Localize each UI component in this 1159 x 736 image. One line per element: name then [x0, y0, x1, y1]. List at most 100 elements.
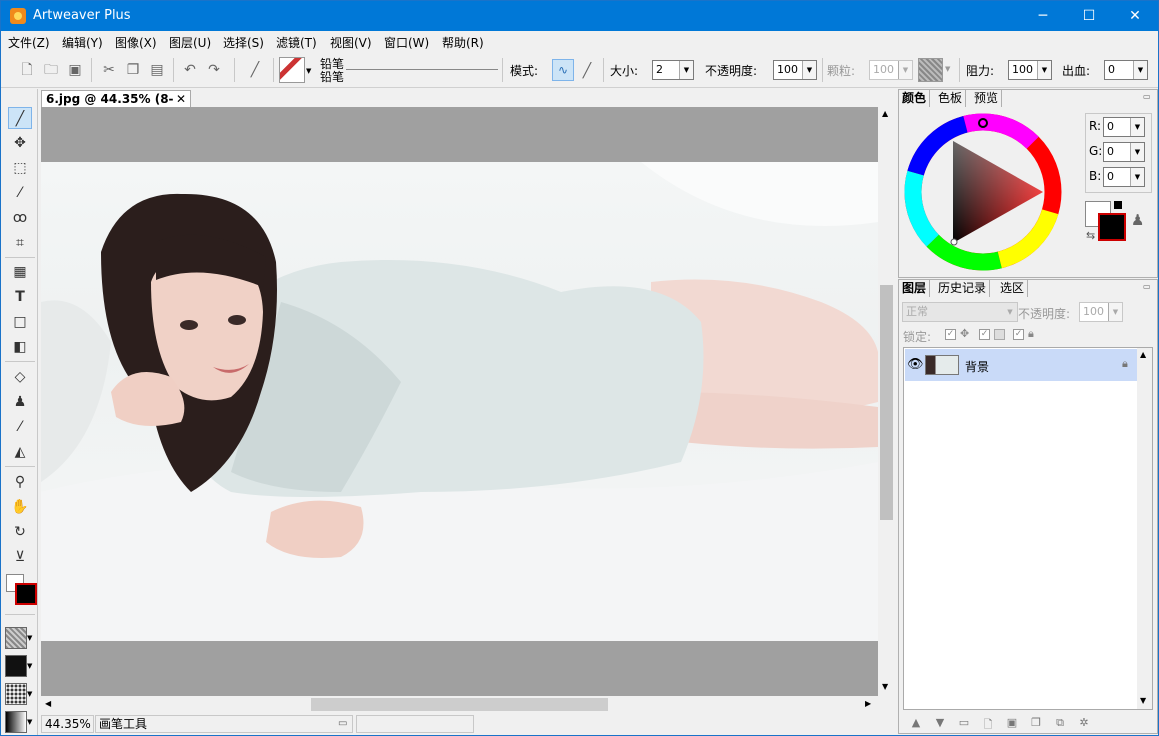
undo-icon[interactable]: ↶: [181, 61, 199, 79]
crop-tool-icon[interactable]: ⌗: [8, 232, 32, 254]
menu-view[interactable]: 视图(V): [330, 34, 372, 51]
bleed-combo[interactable]: 0 ▼: [1104, 60, 1148, 80]
gradient-tool-icon[interactable]: ◧: [8, 336, 32, 358]
paste-icon[interactable]: ▤: [148, 61, 166, 79]
scroll-right-icon[interactable]: ▶: [865, 699, 871, 708]
default-colors-icon[interactable]: [1114, 201, 1122, 209]
lock-all-checkbox[interactable]: ✓: [1013, 329, 1024, 340]
eraser-tool-icon[interactable]: ◇: [8, 366, 32, 388]
chevron-down-icon[interactable]: ▼: [27, 634, 32, 642]
scroll-up-icon[interactable]: ▲: [1140, 350, 1146, 359]
panel-background-swatch[interactable]: [1098, 213, 1126, 241]
merge-layer-icon[interactable]: ⧉: [1053, 716, 1067, 729]
copy-icon[interactable]: ❐: [124, 61, 142, 79]
layer-row[interactable]: 👁︎ 背景 🔒︎: [905, 349, 1137, 381]
menu-help[interactable]: 帮助(R): [442, 34, 484, 51]
background-color-swatch[interactable]: [15, 583, 37, 605]
document-tab[interactable]: 6.jpg @ 44.35% (8-位) ✕: [41, 90, 191, 122]
move-layer-up-icon[interactable]: ▲: [909, 716, 923, 729]
gradient-swatch[interactable]: [5, 711, 27, 733]
mode-line-icon[interactable]: ╱: [578, 62, 596, 80]
brush-icon[interactable]: ╱: [246, 61, 264, 79]
rotate-tool-icon[interactable]: ↻: [8, 521, 32, 543]
info-icon[interactable]: ▭: [338, 718, 347, 729]
layer-opacity-combo[interactable]: 100 ▼: [1079, 302, 1123, 322]
swap-colors-icon[interactable]: ⇆: [1086, 229, 1095, 242]
r-combo[interactable]: 0 ▼: [1103, 117, 1145, 137]
color-wheel[interactable]: [904, 113, 1062, 271]
texture-swatch-1[interactable]: [5, 627, 27, 649]
tab-preview[interactable]: 预览: [971, 90, 1003, 107]
close-button[interactable]: ✕: [1112, 1, 1158, 31]
redo-icon[interactable]: ↷: [205, 61, 223, 79]
image-canvas[interactable]: [41, 162, 878, 641]
new-layer-icon[interactable]: 🗋: [981, 716, 995, 731]
panel-menu-icon[interactable]: ▭: [1143, 282, 1151, 291]
layer-list-scrollbar[interactable]: ▲ ▼: [1137, 348, 1152, 709]
save-icon[interactable]: ▣: [66, 61, 84, 79]
tab-color[interactable]: 颜色: [899, 90, 931, 107]
panel-menu-icon[interactable]: ▭: [1143, 92, 1151, 101]
vertical-scroll-thumb[interactable]: [880, 285, 893, 520]
hand-tool-icon[interactable]: ✋: [8, 496, 32, 518]
move-tool-icon[interactable]: ✥: [8, 132, 32, 154]
chevron-down-icon[interactable]: ▼: [27, 690, 32, 698]
scroll-down-icon[interactable]: ▼: [1140, 696, 1146, 705]
menu-window[interactable]: 窗口(W): [384, 34, 429, 51]
eyedropper-tool-icon[interactable]: ⁄: [8, 416, 32, 438]
tab-history[interactable]: 历史记录: [935, 280, 991, 297]
layer-mask-icon[interactable]: ▣: [1005, 716, 1019, 729]
lock-image-checkbox[interactable]: ✓: [979, 329, 990, 340]
zoom-tool-icon[interactable]: ⚲: [8, 471, 32, 493]
open-file-icon[interactable]: 🗀: [42, 61, 60, 79]
maximize-button[interactable]: ☐: [1066, 1, 1112, 31]
texture-swatch-3[interactable]: [5, 683, 27, 705]
menu-select[interactable]: 选择(S): [223, 34, 264, 51]
rect-select-tool-icon[interactable]: ⬚: [8, 157, 32, 179]
lasso-tool-icon[interactable]: ꝏ: [8, 207, 32, 229]
delete-layer-icon[interactable]: ✲: [1077, 716, 1091, 729]
close-icon[interactable]: ✕: [176, 91, 186, 107]
color-marker[interactable]: [950, 238, 958, 246]
clone-stamp-tool-icon[interactable]: ♟: [8, 391, 32, 413]
magic-wand-tool-icon[interactable]: ⁄: [8, 182, 32, 204]
size-combo[interactable]: 2 ▼: [652, 60, 694, 80]
shape-tool-icon[interactable]: □: [8, 311, 32, 333]
chevron-down-icon[interactable]: ▼: [27, 662, 32, 670]
texture-swatch[interactable]: [918, 58, 943, 82]
menu-file[interactable]: 文件(Z): [8, 34, 50, 51]
brush-preset-icon[interactable]: [279, 57, 305, 83]
chevron-down-icon[interactable]: ▼: [306, 67, 311, 75]
new-group-icon[interactable]: ▭: [957, 716, 971, 729]
blend-mode-combo[interactable]: 正常 ▼: [902, 302, 1018, 322]
scroll-left-icon[interactable]: ◀: [45, 699, 51, 708]
tab-layers[interactable]: 图层: [899, 280, 931, 297]
texture-swatch-2[interactable]: [5, 655, 27, 677]
duplicate-layer-icon[interactable]: ❐: [1029, 716, 1043, 729]
chevron-down-icon[interactable]: ▼: [27, 718, 32, 726]
tab-swatches[interactable]: 色板: [935, 90, 967, 107]
scroll-up-icon[interactable]: ▲: [882, 109, 888, 118]
move-layer-down-icon[interactable]: ▼: [933, 716, 947, 729]
menu-layer[interactable]: 图层(U): [169, 34, 211, 51]
grain-combo[interactable]: 100 ▼: [869, 60, 913, 80]
resistance-combo[interactable]: 100 ▼: [1008, 60, 1052, 80]
text-tool-icon[interactable]: T: [8, 286, 32, 308]
eye-icon[interactable]: 👁︎: [907, 357, 924, 372]
paint-bucket-tool-icon[interactable]: ◭: [8, 441, 32, 463]
minimize-button[interactable]: ─: [1020, 1, 1066, 31]
chevron-down-icon[interactable]: ▼: [945, 65, 950, 73]
menu-edit[interactable]: 编辑(Y): [62, 34, 103, 51]
horizontal-scroll-thumb[interactable]: [311, 698, 608, 711]
g-combo[interactable]: 0 ▼: [1103, 142, 1145, 162]
scroll-down-icon[interactable]: ▼: [882, 682, 888, 691]
mode-freehand-icon[interactable]: ∿: [552, 59, 574, 81]
opacity-combo[interactable]: 100 ▼: [773, 60, 817, 80]
tab-selection[interactable]: 选区: [997, 280, 1029, 297]
zoom-level[interactable]: 44.35%: [41, 715, 94, 733]
menu-filter[interactable]: 滤镜(T): [276, 34, 317, 51]
paintbrush-tool-icon[interactable]: ╱: [8, 107, 32, 129]
horizontal-scrollbar[interactable]: ◀ ▶: [41, 696, 878, 713]
color-picker-stamp-icon[interactable]: ♟: [1131, 211, 1144, 229]
cut-icon[interactable]: ✂: [100, 61, 118, 79]
